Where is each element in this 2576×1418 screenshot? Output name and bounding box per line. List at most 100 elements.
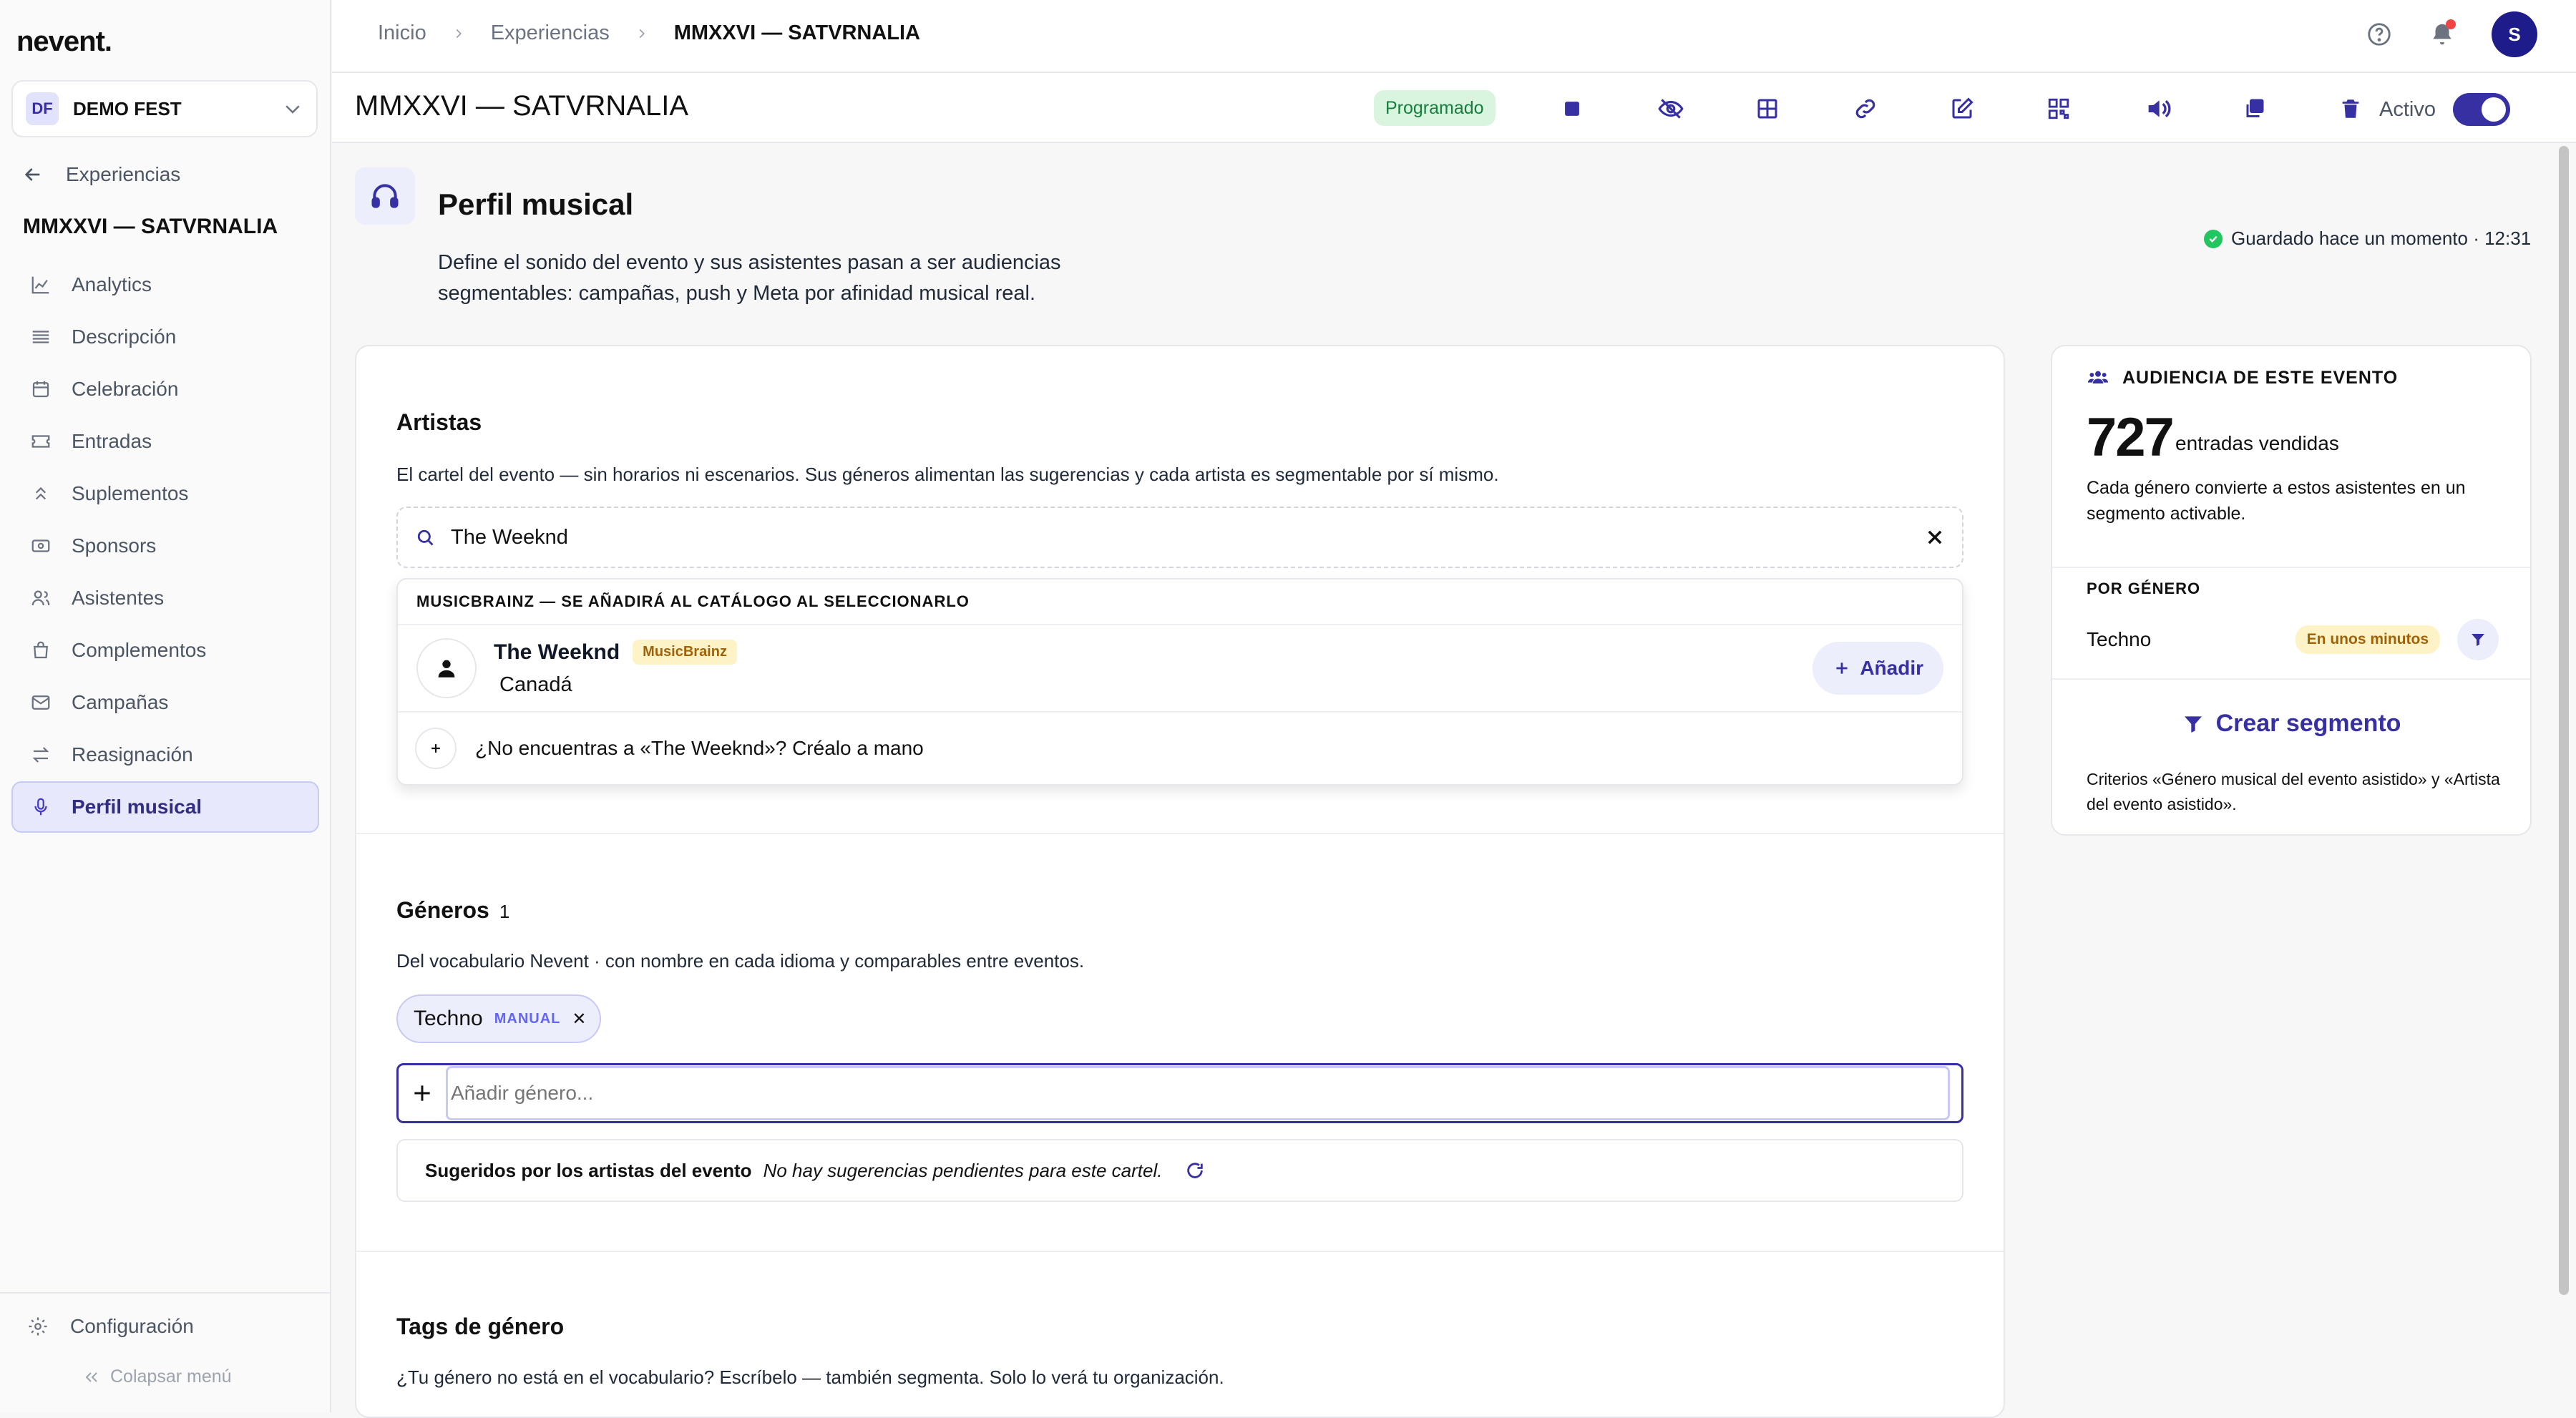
link-icon[interactable] xyxy=(1852,93,1949,124)
sidebar-footer-divider xyxy=(0,1292,330,1294)
create-segment-label: Crear segmento xyxy=(2215,710,2401,737)
genre-suggestions: Sugeridos por los artistas del evento No… xyxy=(396,1139,1963,1202)
add-genre-input[interactable] xyxy=(446,1066,1950,1120)
filter-icon[interactable] xyxy=(2457,619,2499,660)
chevron-right-icon xyxy=(451,26,467,41)
artist-result-info: The Weeknd MusicBrainz Canadá xyxy=(494,640,1813,697)
list-icon xyxy=(29,325,53,349)
topbar-actions: S xyxy=(2366,11,2537,57)
collapse-label: Colapsar menú xyxy=(110,1366,232,1387)
sidebar-item-sponsors[interactable]: Sponsors xyxy=(11,520,319,572)
add-artist-button[interactable]: Añadir xyxy=(1813,642,1943,695)
sidebar-nav: Analytics Descripción Celebración Entrad… xyxy=(11,259,319,833)
artist-result-name: The Weeknd xyxy=(494,640,620,664)
suggestions-label: Sugeridos por los artistas del evento xyxy=(425,1159,752,1181)
genre-audience-name: Techno xyxy=(2087,628,2152,650)
close-icon[interactable] xyxy=(1925,527,1945,547)
genre-chip-label: Techno xyxy=(414,1007,483,1030)
results-header: MUSICBRAINZ — SE AÑADIRÁ AL CATÁLOGO AL … xyxy=(398,580,1962,625)
sidebar-item-celebracion[interactable]: Celebración xyxy=(11,363,319,415)
collapse-menu-button[interactable]: Colapsar menú xyxy=(83,1366,232,1387)
copy-icon[interactable] xyxy=(2241,93,2338,124)
chevrons-up-icon xyxy=(29,481,53,506)
breadcrumb-experiencias[interactable]: Experiencias xyxy=(491,21,610,45)
qr-icon[interactable] xyxy=(2046,93,2144,124)
refresh-icon[interactable] xyxy=(1185,1160,1205,1180)
page-title: Perfil musical xyxy=(438,187,634,221)
add-genre-field xyxy=(396,1063,1963,1123)
page-scrollbar[interactable] xyxy=(2559,146,2569,1295)
sidebar-item-configuracion[interactable]: Configuración xyxy=(27,1315,194,1338)
sidebar-item-label: Complementos xyxy=(72,639,207,661)
artist-result-row[interactable]: The Weeknd MusicBrainz Canadá Añadir xyxy=(398,625,1962,713)
sidebar-item-descripcion[interactable]: Descripción xyxy=(11,311,319,363)
chart-icon xyxy=(29,273,53,297)
edit-icon[interactable] xyxy=(1949,93,2046,124)
bell-icon[interactable] xyxy=(2429,19,2456,48)
by-genre-label: POR GÉNERO xyxy=(2087,580,2201,597)
artists-description: El cartel del evento — sin horarios ni e… xyxy=(396,464,1499,485)
back-to-experiencias[interactable]: Experiencias xyxy=(21,163,180,186)
plus-icon xyxy=(1833,659,1851,678)
sidebar-item-label: Perfil musical xyxy=(72,796,203,818)
sidebar-item-perfil-musical[interactable]: Perfil musical xyxy=(11,781,319,833)
genre-chip: Techno MANUAL ✕ xyxy=(396,994,601,1043)
tags-description: ¿Tu género no está en el vocabulario? Es… xyxy=(396,1366,1224,1388)
banknote-icon xyxy=(29,534,53,558)
genres-count: 1 xyxy=(499,901,510,922)
chevron-right-icon xyxy=(634,26,650,41)
genres-title: Géneros 1 xyxy=(396,897,509,924)
user-avatar[interactable]: S xyxy=(2492,11,2537,57)
volume-icon[interactable] xyxy=(2144,93,2241,124)
org-badge: DF xyxy=(26,92,59,125)
sold-label: entradas vendidas xyxy=(2175,432,2339,454)
musical-profile-card: Artistas El cartel del evento — sin hora… xyxy=(355,345,2005,1418)
help-icon[interactable] xyxy=(2366,21,2393,48)
sidebar-item-analytics[interactable]: Analytics xyxy=(11,259,319,311)
event-header: MMXXVI — SATVRNALIA Programado Activo xyxy=(332,73,2576,143)
sidebar-item-campanas[interactable]: Campañas xyxy=(11,677,319,728)
sidebar: nevent. DF DEMO FEST Experiencias MMXXVI… xyxy=(0,0,331,1412)
artist-result-country: Canadá xyxy=(499,673,572,696)
active-toggle-group: Activo xyxy=(2379,93,2510,126)
sidebar-item-label: Reasignación xyxy=(72,743,193,766)
artist-search-value: The Weeknd xyxy=(451,525,568,549)
grid-icon[interactable] xyxy=(1755,93,1852,124)
artist-search-results: MUSICBRAINZ — SE AÑADIRÁ AL CATÁLOGO AL … xyxy=(396,578,1963,786)
calendar-icon xyxy=(29,377,53,401)
check-circle-icon xyxy=(2204,229,2223,248)
sidebar-item-asistentes[interactable]: Asistentes xyxy=(11,572,319,624)
create-artist-label: ¿No encuentras a «The Weeknd»? Créalo a … xyxy=(475,737,924,759)
section-divider xyxy=(356,1251,2004,1252)
chevrons-left-icon xyxy=(83,1369,100,1386)
org-selector[interactable]: DF DEMO FEST xyxy=(11,80,318,137)
audience-divider xyxy=(2052,567,2530,568)
sidebar-item-entradas[interactable]: Entradas xyxy=(11,416,319,467)
eye-off-icon[interactable] xyxy=(1657,93,1755,124)
artist-search-input[interactable]: The Weeknd xyxy=(396,507,1963,568)
sidebar-item-label: Campañas xyxy=(72,691,169,713)
audience-divider xyxy=(2052,678,2530,680)
swap-icon xyxy=(29,743,53,767)
sidebar-event-name: MMXXVI — SATVRNALIA xyxy=(23,215,278,238)
remove-genre-icon[interactable]: ✕ xyxy=(572,1009,586,1030)
active-toggle[interactable] xyxy=(2453,93,2510,126)
topbar: Inicio Experiencias MMXXVI — SATVRNALIA … xyxy=(332,0,2576,73)
sidebar-item-suplementos[interactable]: Suplementos xyxy=(11,468,319,519)
arrow-left-icon xyxy=(21,163,44,186)
event-actions xyxy=(1560,93,2436,124)
plus-icon xyxy=(415,728,457,769)
sidebar-item-label: Sponsors xyxy=(72,534,157,557)
add-artist-label: Añadir xyxy=(1860,657,1923,679)
back-label: Experiencias xyxy=(66,163,181,185)
suggestions-empty: No hay sugerencias pendientes para este … xyxy=(763,1159,1163,1181)
breadcrumb-inicio[interactable]: Inicio xyxy=(378,21,426,45)
create-artist-manually[interactable]: ¿No encuentras a «The Weeknd»? Créalo a … xyxy=(398,713,1962,784)
stop-icon[interactable] xyxy=(1560,93,1657,124)
create-segment-button[interactable]: Crear segmento xyxy=(2052,710,2530,738)
sidebar-item-label: Entradas xyxy=(72,430,152,452)
sidebar-item-complementos[interactable]: Complementos xyxy=(11,625,319,676)
nevent-logo[interactable]: nevent. xyxy=(16,26,112,58)
sidebar-item-reasignacion[interactable]: Reasignación xyxy=(11,729,319,781)
tags-title: Tags de género xyxy=(396,1314,565,1339)
